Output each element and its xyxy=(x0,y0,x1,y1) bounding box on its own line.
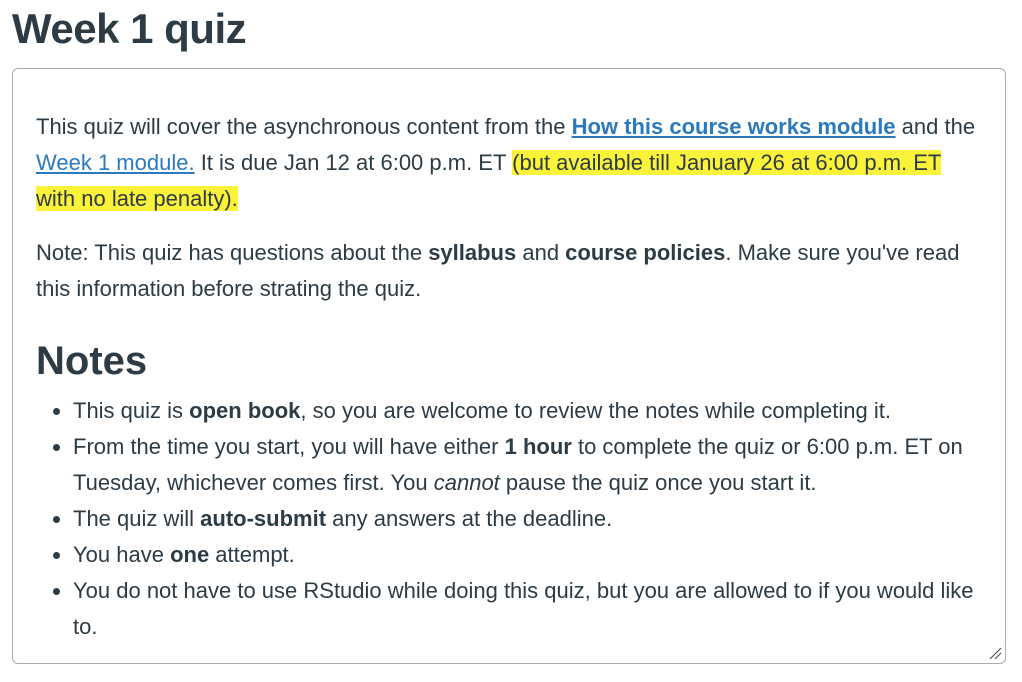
list-item: This quiz is open book, so you are welco… xyxy=(73,393,986,429)
intro-paragraph: This quiz will cover the asynchronous co… xyxy=(36,109,986,217)
note-bold-policies: course policies xyxy=(565,240,726,265)
bullet-text: , so you are welcome to review the notes… xyxy=(300,398,891,423)
note-bold-syllabus: syllabus xyxy=(428,240,517,265)
intro-text-3: It is due Jan 12 at 6:00 p.m. ET xyxy=(194,150,513,175)
quiz-description-panel[interactable]: This quiz will cover the asynchronous co… xyxy=(12,68,1006,664)
note-text-2: and xyxy=(516,240,566,265)
bullet-italic: cannot xyxy=(433,470,500,495)
resize-handle-icon[interactable] xyxy=(988,646,1002,660)
bullet-text: pause the quiz once you start it. xyxy=(499,470,817,495)
bullet-bold: one xyxy=(170,542,210,567)
intro-text-1: This quiz will cover the asynchronous co… xyxy=(36,114,572,139)
week1-module-link[interactable]: Week 1 module. xyxy=(36,150,195,175)
bullet-bold: 1 hour xyxy=(504,434,572,459)
list-item: You have one attempt. xyxy=(73,537,986,573)
bullet-text: You do not have to use RStudio while doi… xyxy=(73,578,974,639)
notes-heading: Notes xyxy=(36,339,148,383)
note-text-1: Note: This quiz has questions about the xyxy=(36,240,429,265)
page-title: Week 1 quiz xyxy=(12,5,247,52)
bullet-text: You have xyxy=(73,542,171,567)
how-course-works-link[interactable]: How this course works module xyxy=(572,114,896,139)
list-item: From the time you start, you will have e… xyxy=(73,429,986,501)
quiz-description-content: This quiz will cover the asynchronous co… xyxy=(36,109,986,645)
quiz-page: Week 1 quiz This quiz will cover the asy… xyxy=(0,0,1022,682)
bullet-text: any answers at the deadline. xyxy=(326,506,613,531)
list-item: The quiz will auto-submit any answers at… xyxy=(73,501,986,537)
bullet-text: The quiz will xyxy=(73,506,201,531)
bullet-text: This quiz is xyxy=(73,398,190,423)
intro-text-2: and the xyxy=(895,114,976,139)
bullet-bold: auto-submit xyxy=(200,506,327,531)
bullet-text: attempt. xyxy=(209,542,295,567)
bullet-bold: open book xyxy=(189,398,301,423)
note-paragraph: Note: This quiz has questions about the … xyxy=(36,235,986,307)
list-item: You do not have to use RStudio while doi… xyxy=(73,573,986,645)
bullet-text: From the time you start, you will have e… xyxy=(73,434,505,459)
notes-list: This quiz is open book, so you are welco… xyxy=(36,393,986,645)
